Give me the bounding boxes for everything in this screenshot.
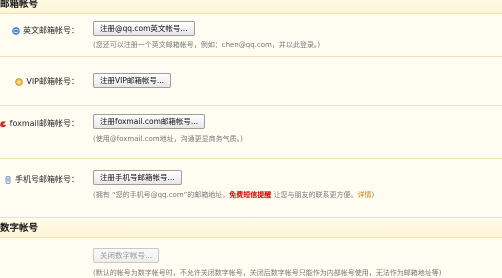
vip-account-label: VIP邮箱帐号： [26,77,79,86]
english-account-label: 英文邮箱帐号： [23,26,79,35]
english-account-label-wrap: 英文邮箱帐号： [12,25,79,36]
foxmail-account-label: foxmail邮箱帐号： [9,119,79,128]
row-english-account: 英文邮箱帐号： 注册@qq.com英文帐号... (您还可以注册一个英文邮箱帐号… [0,14,502,57]
register-english-account-button[interactable]: 注册@qq.com英文帐号... [93,21,195,36]
english-account-hint: (您还可以注册一个英文邮箱帐号，例如：chen@qq.com，并以此登录。) [93,41,321,49]
row-foxmail-account: foxmail邮箱帐号： 注册foxmail.com邮箱帐号... (使用@fo… [0,105,502,159]
free-sms-alert-highlight: 免费短信提醒 [229,191,272,199]
foxmail-account-label-wrap: foxmail邮箱帐号： [0,118,79,129]
row-digital-account: 关闭数字帐号... (默认的帐号为数字帐号时，不允许关闭数字帐号，关闭后数字帐号… [0,238,502,278]
mobile-account-label: 手机号邮箱帐号： [15,175,79,184]
register-vip-account-button[interactable]: 注册VIP邮箱帐号... [93,73,172,88]
close-digital-account-button[interactable]: 关闭数字帐号... [93,248,160,263]
mobile-hint-text-end: ) [371,191,375,199]
row-mobile-account: 手机号邮箱帐号： 注册手机号邮箱帐号... (拥有 “您的手机号@qq.com”… [0,158,502,218]
foxmail-account-hint: (使用@foxmail.com地址，沟通更显商务气质。) [93,135,243,143]
section-title-email-accounts: 邮箱帐号 [0,0,502,14]
mobile-hint-text-mid: 让您与朋友的联系更方便。 [271,191,358,199]
vip-coin-icon [15,77,24,86]
register-foxmail-account-button[interactable]: 注册foxmail.com邮箱帐号... [93,114,206,129]
mobile-hint-text-start: (拥有 “您的手机号@qq.com”的邮箱地址， [93,191,230,199]
register-mobile-account-button[interactable]: 注册手机号邮箱帐号... [93,170,182,185]
section-title-digital-accounts: 数字帐号 [0,221,502,238]
mobile-phone-icon [5,175,11,184]
mobile-account-label-wrap: 手机号邮箱帐号： [4,174,79,185]
foxmail-logo-icon [0,120,6,127]
vip-account-label-wrap: VIP邮箱帐号： [15,76,79,87]
mobile-details-link[interactable]: 详情 [358,191,372,199]
mobile-account-hint: (拥有 “您的手机号@qq.com”的邮箱地址，免费短信提醒 让您与朋友的联系更… [93,190,374,200]
digital-account-hint: (默认的帐号为数字帐号时，不允许关闭数字帐号，关闭后数字帐号只能作为内部帐号使用… [93,269,442,277]
row-vip-account: VIP邮箱帐号： 注册VIP邮箱帐号... [0,56,502,106]
english-globe-icon [12,26,20,35]
